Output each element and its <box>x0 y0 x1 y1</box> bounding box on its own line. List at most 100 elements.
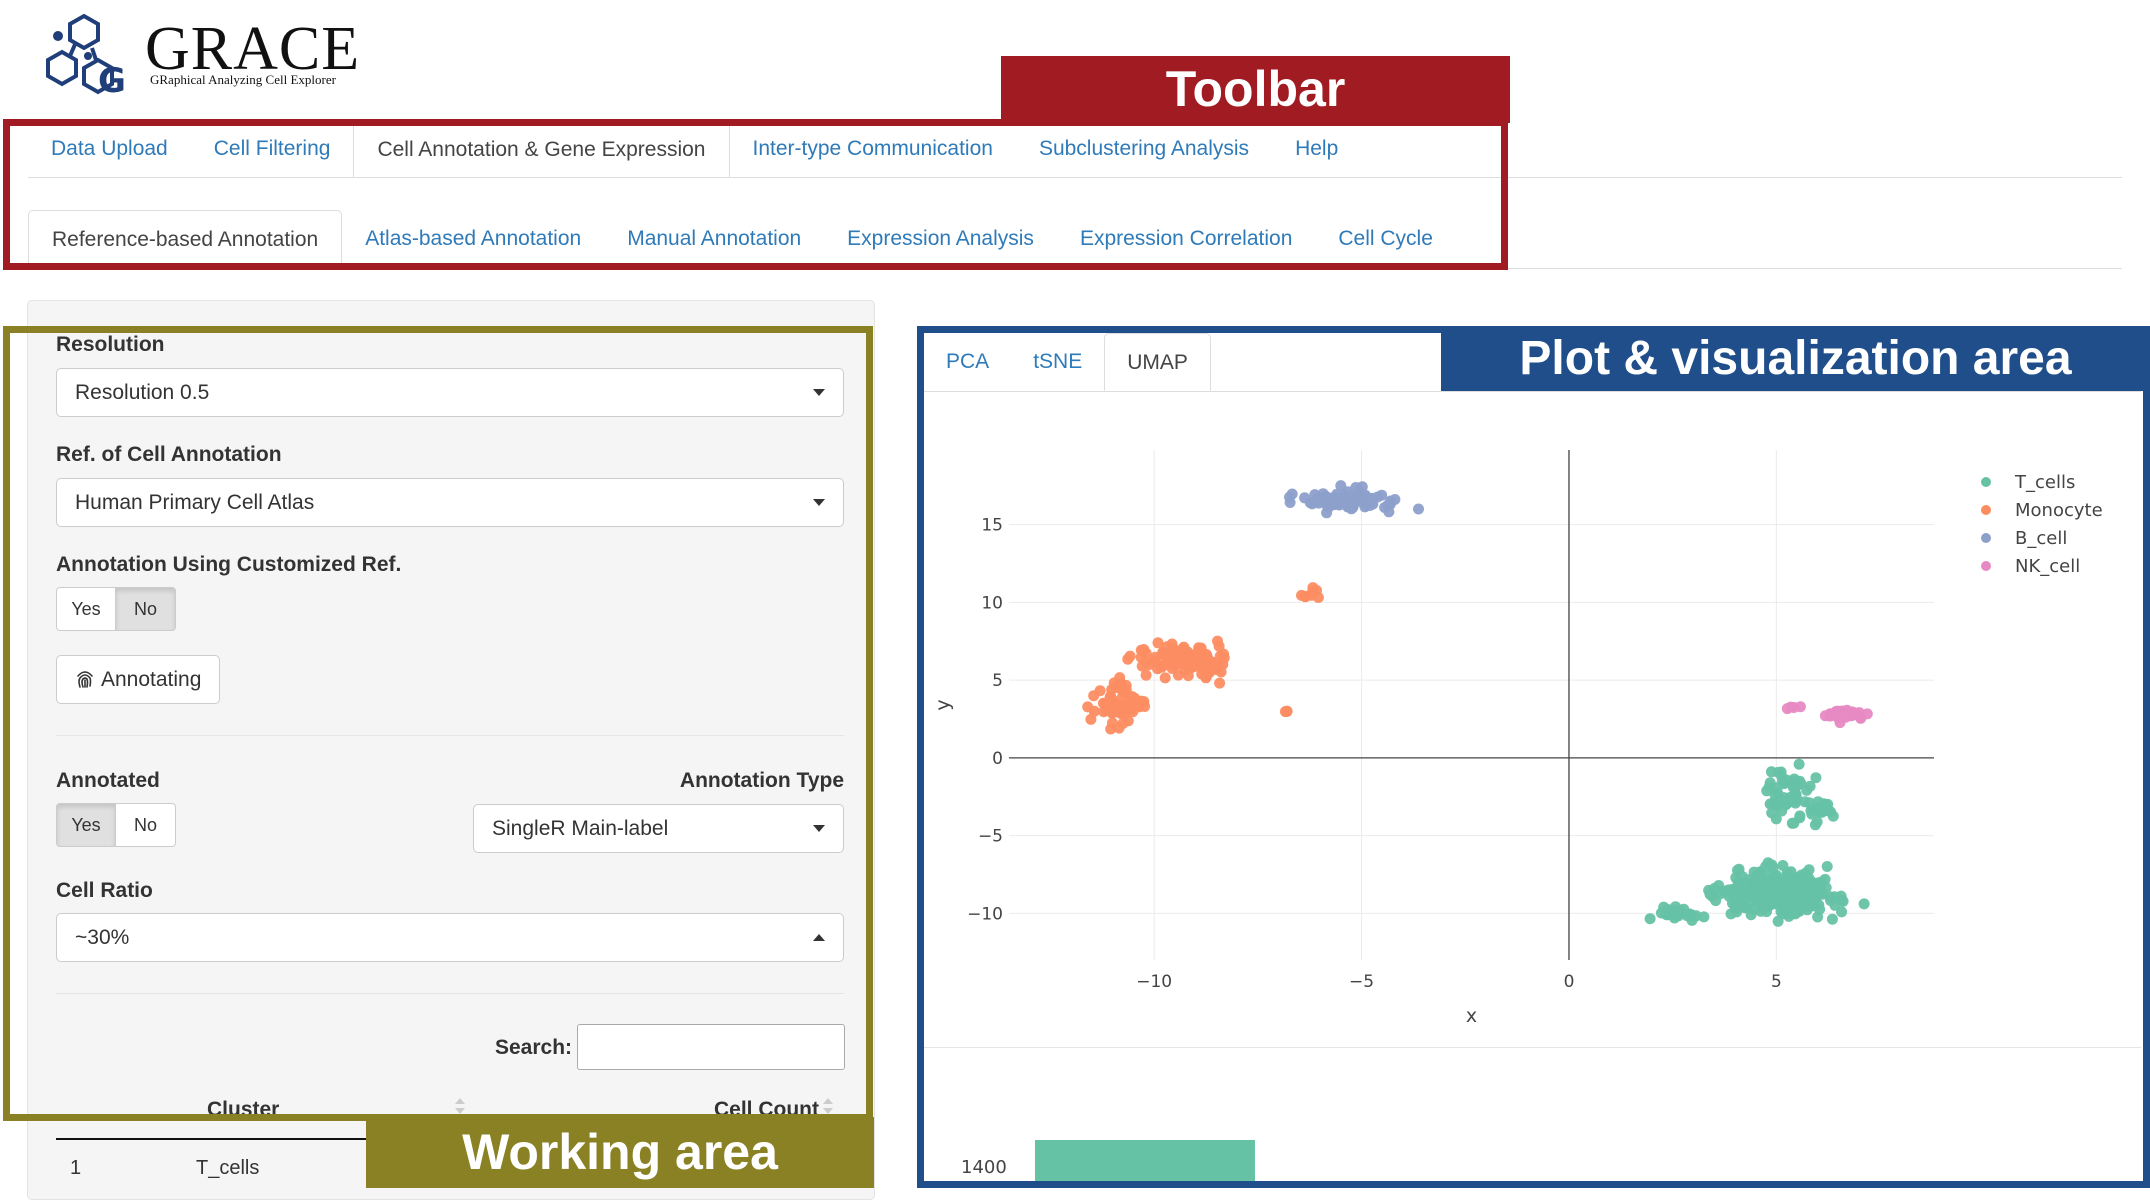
umap-scatter-plot[interactable]: −10 −5 0 5 −10 −5 0 5 10 15 x y T_cells Monocyte B_cel… <box>924 400 2134 1040</box>
plot-tab-tsne[interactable]: tSNE <box>1011 333 1104 391</box>
scatter-point <box>1313 497 1325 509</box>
scatter-point <box>1281 705 1293 717</box>
scatter-point <box>1772 766 1784 778</box>
scatter-point <box>1771 800 1783 812</box>
scatter-point <box>1376 489 1388 501</box>
scatter-point <box>1826 913 1838 925</box>
scatter-point <box>1801 784 1813 796</box>
scatter-point <box>1760 901 1772 913</box>
scatter-point <box>1127 706 1139 718</box>
scatter-point <box>1138 644 1150 655</box>
scatter-point <box>1182 670 1194 682</box>
scatter-point <box>1100 697 1111 709</box>
scatter-point <box>1328 499 1340 511</box>
scatter-point <box>1766 859 1778 871</box>
y-tick-label: 0 <box>992 749 1003 769</box>
scatter-point <box>1117 717 1129 729</box>
scatter-point <box>1655 907 1667 919</box>
scatter-point <box>1822 805 1834 817</box>
scatter-point <box>1737 871 1749 883</box>
plot-annotation-label: Plot & visualization area <box>1441 326 2150 391</box>
plot-divider <box>924 1047 2141 1048</box>
app-logo: G <box>40 12 135 102</box>
scatter-point <box>1413 503 1424 515</box>
scatter-point <box>1734 881 1746 893</box>
scatter-point <box>1357 490 1369 502</box>
scatter-point <box>1213 640 1225 652</box>
scatter-point <box>1284 491 1295 503</box>
scatter-point <box>1138 696 1150 708</box>
scatter-point <box>1143 659 1155 671</box>
scatter-point <box>1837 895 1849 907</box>
legend-label: B_cell <box>2015 528 2067 549</box>
scatter-point <box>1790 789 1802 801</box>
plot-tab-pca[interactable]: PCA <box>924 333 1011 391</box>
scatter-point <box>1202 661 1214 673</box>
scatter-point <box>1159 672 1171 684</box>
y-tick-label: 5 <box>992 671 1003 691</box>
scatter-point <box>1720 886 1732 898</box>
y-tick-label: −10 <box>967 904 1003 924</box>
scatter-point <box>1088 690 1100 702</box>
scatter-point <box>1821 861 1833 872</box>
bar-plot-ytick: 1400 <box>961 1157 1007 1178</box>
scatter-point <box>1794 812 1806 824</box>
table-row-cluster: T_cells <box>196 1157 260 1179</box>
x-tick-label: 5 <box>1771 972 1782 992</box>
molecule-logo-icon: G <box>46 13 126 101</box>
table-row-index: 1 <box>70 1157 82 1179</box>
scatter-point <box>1794 905 1806 917</box>
scatter-point <box>1761 785 1773 797</box>
y-tick-label: −5 <box>978 827 1003 847</box>
scatter-point <box>1858 898 1870 910</box>
scatter-point <box>1389 494 1401 505</box>
scatter-point <box>1366 492 1378 504</box>
y-tick-label: 10 <box>981 593 1003 613</box>
scatter-point <box>1152 637 1164 649</box>
scatter-point <box>1107 717 1118 729</box>
scatter-point <box>1809 819 1821 831</box>
scatter-point <box>1085 713 1097 725</box>
scatter-point <box>1114 699 1126 711</box>
toolbar-annotation-box <box>3 119 1508 270</box>
y-tick-label: 15 <box>981 516 1003 536</box>
scatter-point <box>1698 911 1710 923</box>
scatter-point <box>1182 654 1194 666</box>
scatter-point <box>1794 701 1806 713</box>
scatter-point <box>1753 890 1765 902</box>
scatter-point <box>1678 903 1690 915</box>
legend-marker <box>1981 505 1991 515</box>
scatter-point <box>1704 888 1716 900</box>
legend-label: NK_cell <box>2015 556 2080 577</box>
toolbar-annotation-label: Toolbar <box>1001 56 1510 123</box>
scatter-point <box>1731 906 1743 918</box>
scatter-point <box>1824 710 1836 722</box>
x-tick-label: −10 <box>1136 972 1172 992</box>
scatter-point <box>1770 813 1782 825</box>
x-tick-label: −5 <box>1349 972 1374 992</box>
scatter-point <box>1124 650 1136 662</box>
plot-tabs: PCA tSNE UMAP <box>924 333 1211 391</box>
working-area-annotation-label: Working area <box>366 1117 874 1188</box>
scatter-point <box>1816 876 1828 888</box>
scatter-point <box>1350 482 1362 493</box>
scatter-point <box>1788 773 1800 785</box>
scatter-point <box>1214 677 1226 689</box>
scatter-point <box>1814 903 1826 915</box>
bar-plot-bar <box>1035 1140 1255 1181</box>
plot-tab-umap[interactable]: UMAP <box>1104 333 1211 391</box>
app-logo-subtitle: GRaphical Analyzing Cell Explorer <box>150 72 336 87</box>
scatter-point <box>1793 758 1805 770</box>
scatter-point <box>1848 708 1860 720</box>
scatter-point <box>1217 659 1229 670</box>
y-axis-title: y <box>932 699 954 710</box>
working-area-annotation-box <box>3 326 873 1121</box>
legend-marker <box>1981 533 1991 543</box>
scatter-point <box>1792 874 1804 886</box>
scatter-point <box>1804 880 1816 892</box>
scatter-point <box>1754 868 1766 879</box>
scatter-point <box>1752 878 1764 890</box>
scatter-point <box>1157 660 1169 672</box>
x-axis-title: x <box>1466 1005 1477 1027</box>
scatter-point <box>1781 703 1793 715</box>
